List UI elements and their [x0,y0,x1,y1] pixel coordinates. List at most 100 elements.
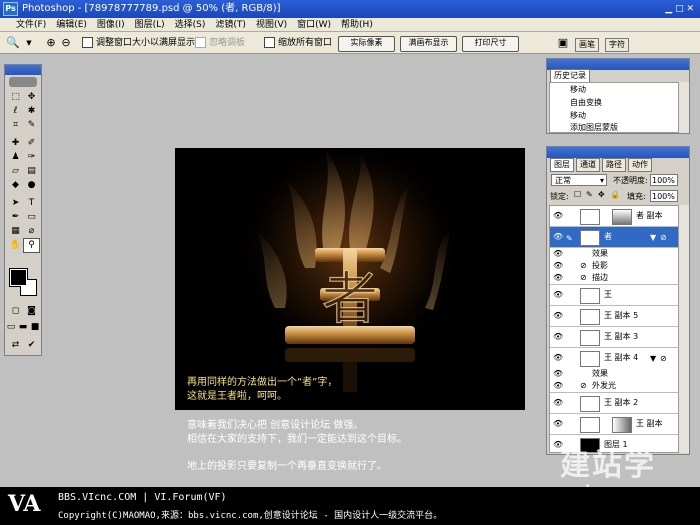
eye-icon[interactable]: 👁 [553,311,563,321]
lock-all-icon[interactable]: 🔒 [610,190,620,199]
tab-character[interactable]: 字符 [605,38,629,52]
zoom-all-option[interactable]: 缩放所有窗口 [264,36,332,50]
stamp-tool-icon[interactable]: ♟ [8,151,23,164]
menu-view[interactable]: 视图(V) [251,18,292,32]
hand-tool-icon[interactable]: ✋ [8,239,23,252]
screen-mode-1-icon[interactable]: ▭ [5,321,17,334]
tab-history[interactable]: 历史记录 [550,69,590,82]
screen-mode-3-icon[interactable]: ■ [29,321,41,334]
layer-row[interactable]: 👁 王 副本 4 ▼ ⊘ [550,348,678,368]
eye-icon[interactable]: 👁 [553,369,563,379]
type-tool-icon[interactable]: T [24,197,39,210]
tab-channels[interactable]: 通道 [576,158,600,172]
eye-icon[interactable]: 👁 [553,232,563,242]
eye-icon[interactable]: 👁 [553,211,563,221]
maximize-icon[interactable]: □ [675,4,684,14]
print-size-button[interactable]: 打印尺寸 [462,36,519,52]
zoom-tool-icon[interactable]: 🔍 [6,36,20,50]
slice-tool-icon[interactable]: ✎ [24,119,39,132]
minimize-icon[interactable]: ▁ [665,4,672,14]
effect-row[interactable]: 👁 ⊘ 外发光 [550,380,678,393]
layer-row[interactable]: 👁 王 副本 3 [550,327,678,348]
menu-file[interactable]: 文件(F) [0,18,51,32]
magic-wand-icon[interactable]: ✱ [24,105,39,118]
blur-tool-icon[interactable]: ◆ [8,179,23,192]
history-item[interactable]: 添加图层蒙版 [550,121,678,135]
resize-window-checkbox[interactable] [82,37,93,48]
layer-row[interactable]: 👁 王 副本 2 [550,393,678,414]
menu-select[interactable]: 选择(S) [170,18,211,32]
path-select-icon[interactable]: ➤ [8,197,23,210]
effects-header[interactable]: 👁 效果 [550,368,678,380]
menu-layer[interactable]: 图层(L) [130,18,170,32]
layer-row[interactable]: 👁 王 副本 5 [550,306,678,327]
fx-arrow-icon[interactable]: ▼ [650,231,656,245]
zoom-out-icon[interactable]: ⊖ [59,36,73,50]
resize-window-option[interactable]: 调整窗口大小以满屏显示 [82,36,195,50]
layers-scrollbar[interactable] [678,205,689,453]
menu-help[interactable]: 帮助(H) [336,18,378,32]
dropdown-arrow-icon[interactable]: ▼ [22,36,36,50]
tool-panel-titlebar[interactable] [5,65,41,75]
eye-icon[interactable]: 👁 [553,249,563,259]
lock-transparency-icon[interactable]: ☐ [574,190,581,199]
menu-edit[interactable]: 编辑(E) [51,18,92,32]
marquee-tool-icon[interactable]: ⬚ [8,91,23,104]
tab-brushes[interactable]: 画笔 [575,38,599,52]
fill-input[interactable]: 100% [650,190,678,202]
ignore-palettes-option[interactable]: 忽略调板 [195,36,245,50]
eye-icon[interactable]: 👁 [553,381,563,391]
blend-mode-select[interactable]: 正常 ▾ [551,174,607,186]
layer-row-selected[interactable]: 👁 ✎ 者 ▼ ⊘ [550,227,678,248]
tab-layers[interactable]: 图层 [550,158,574,172]
pen-tool-icon[interactable]: ✒ [8,211,23,224]
move-tool-icon[interactable]: ✥ [24,91,39,104]
brush-tool-icon[interactable]: ✐ [24,137,39,150]
eye-icon[interactable]: 👁 [553,261,563,271]
file-browser-icon[interactable]: ▣ [556,36,570,50]
effect-row[interactable]: 👁 ⊘ 投影 [550,260,678,272]
imageready-jump-icon[interactable]: ⇄ [8,339,23,352]
healing-brush-icon[interactable]: ✚ [8,137,23,150]
layer-row[interactable]: 👁 王 副本 [550,414,678,435]
menu-filter[interactable]: 滤镜(T) [210,18,251,32]
history-item[interactable]: 移动 [550,83,678,97]
screen-mode-2-icon[interactable]: ▬ [17,321,29,334]
menu-window[interactable]: 窗口(W) [292,18,336,32]
dodge-tool-icon[interactable]: ● [24,179,39,192]
notes-tool-icon[interactable]: ▦ [8,225,23,238]
zoom-all-checkbox[interactable] [264,37,275,48]
eye-icon[interactable]: 👁 [553,273,563,283]
crop-tool-icon[interactable]: ⌗ [8,119,23,132]
standard-mode-icon[interactable]: ◻ [8,305,23,318]
gradient-tool-icon[interactable]: ▤ [24,165,39,178]
actual-pixels-button[interactable]: 实际像素 [338,36,395,52]
opacity-input[interactable]: 100% [650,174,678,186]
layers-titlebar[interactable] [547,147,689,158]
lasso-tool-icon[interactable]: ℓ [8,105,23,118]
foreground-color-front[interactable] [10,269,27,286]
effect-row[interactable]: 👁 ⊘ 描边 [550,272,678,285]
menu-image[interactable]: 图像(I) [92,18,130,32]
fx-arrow-icon[interactable]: ▼ [650,352,656,366]
layer-row[interactable]: 👁 者 副本 [550,206,678,227]
effects-header[interactable]: 👁 效果 [550,248,678,260]
layer-row[interactable]: 👁 王 [550,285,678,306]
tab-paths[interactable]: 路径 [602,158,626,172]
window-controls[interactable]: ▁ □ ✕ [650,3,694,15]
eyedropper-tool-icon[interactable]: ⌀ [24,225,39,238]
eye-icon[interactable]: 👁 [553,353,563,363]
eye-icon[interactable]: 👁 [553,398,563,408]
eye-icon[interactable]: 👁 [553,332,563,342]
quickmask-mode-icon[interactable]: ◙ [24,305,39,318]
history-scrollbar[interactable] [678,82,689,133]
zoom-in-icon[interactable]: ⊕ [44,36,58,50]
tab-actions[interactable]: 动作 [628,158,652,172]
close-icon[interactable]: ✕ [686,4,694,14]
eraser-tool-icon[interactable]: ▱ [8,165,23,178]
zoom-tool-button-icon[interactable]: ⚲ [23,238,40,253]
shape-tool-icon[interactable]: ▭ [24,211,39,224]
eye-icon[interactable]: 👁 [553,419,563,429]
fit-screen-button[interactable]: 满画布显示 [400,36,457,52]
document-canvas[interactable]: 者 再用同样的方法做出一个“者”字， 这就是王者啦，呵呵。 [175,148,525,410]
